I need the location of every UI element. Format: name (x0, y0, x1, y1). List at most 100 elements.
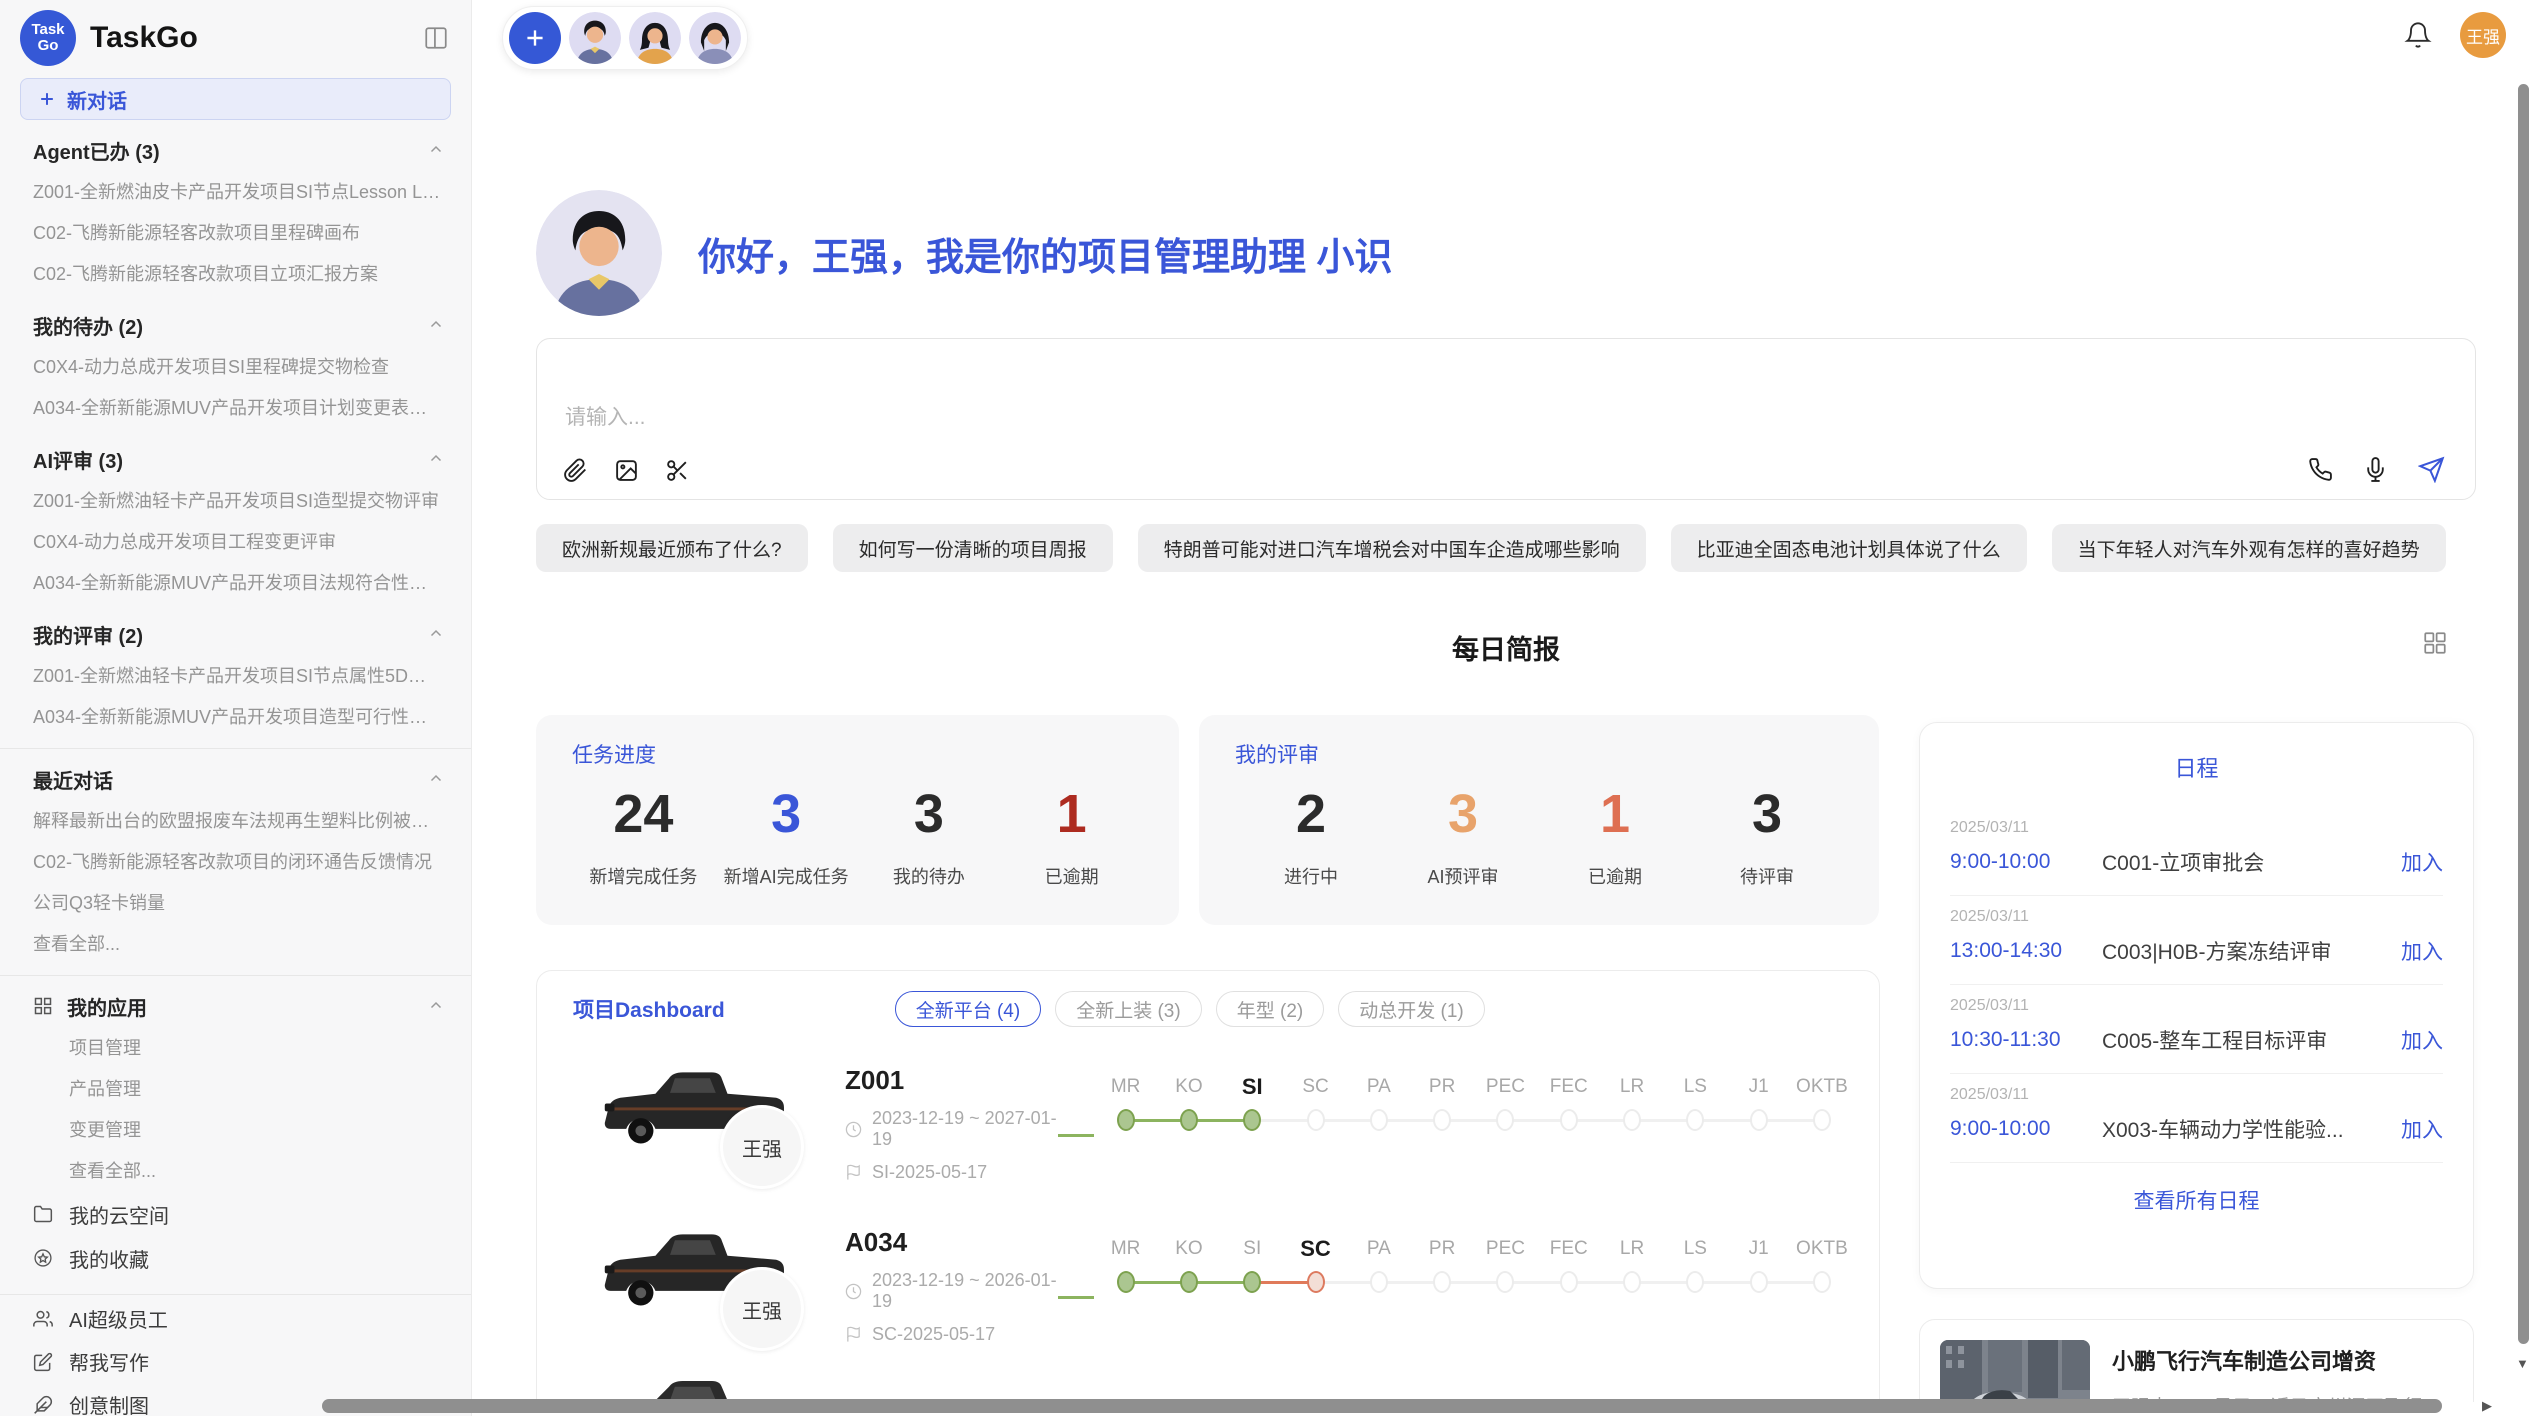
suggestion-chip[interactable]: 当下年轻人对汽车外观有怎样的喜好趋势 (2052, 524, 2446, 572)
list-item[interactable]: A034-全新新能源MUV产品开发项目法规符合性评审 (0, 563, 471, 604)
list-item[interactable]: A034-全新新能源MUV产品开发项目计划变更表编写 (0, 388, 471, 429)
my-review-card: 我的评审 2进行中 3AI预评审 1已逾期 3待评审 (1199, 715, 1879, 925)
schedule-time: 10:30-11:30 (1950, 1028, 2102, 1052)
schedule-event: C003|H0B-方案冻结评审 (2102, 936, 2389, 966)
chevron-up-icon[interactable] (427, 997, 445, 1015)
list-item[interactable]: 解释最新出台的欧盟报废车法规再生塑料比例被调至15%... (0, 801, 471, 842)
chevron-up-icon[interactable] (427, 141, 445, 159)
section-title: 最近对话 (33, 765, 113, 794)
section-my-todo[interactable]: 我的待办 (2) (0, 303, 471, 347)
milestone-fec: FEC (1537, 1073, 1600, 1145)
new-chat-button[interactable]: 新对话 (20, 78, 451, 120)
view-all-chats[interactable]: 查看全部... (0, 924, 471, 965)
horizontal-scrollbar[interactable] (322, 1399, 2442, 1413)
project-row-partial (561, 1375, 1855, 1402)
chevron-up-icon[interactable] (427, 625, 445, 643)
section-my-review[interactable]: 我的评审 (2) (0, 612, 471, 656)
filter-pill[interactable]: 全新上装 (3) (1055, 991, 1202, 1027)
scroll-down-arrow[interactable]: ▼ (2516, 1356, 2529, 1371)
section-agent-done[interactable]: Agent已办 (3) (0, 128, 471, 172)
paperclip-icon[interactable] (563, 458, 588, 483)
logo-text-1: Task (31, 22, 64, 38)
join-link[interactable]: 加入 (2401, 847, 2443, 877)
milestone-pa: PA (1347, 1235, 1410, 1307)
sidebar-item-cloud-space[interactable]: 我的云空间 (0, 1192, 471, 1236)
milestone-pec: PEC (1474, 1073, 1537, 1145)
milestone-ls: LS (1664, 1073, 1727, 1145)
sidebar-item-change-mgmt[interactable]: 变更管理 (0, 1110, 471, 1151)
milestone-oktb: OKTB (1790, 1073, 1853, 1145)
list-item[interactable]: Z001-全新燃油轻卡产品开发项目SI造型提交物评审 (0, 481, 471, 522)
schedule-date: 2025/03/11 (1950, 1086, 2443, 1104)
list-item[interactable]: Z001-全新燃油皮卡产品开发项目SI节点Lesson Learn报告 (0, 172, 471, 213)
suggestion-chip[interactable]: 特朗普可能对进口汽车增税会对中国车企造成哪些影响 (1138, 524, 1646, 572)
image-icon[interactable] (614, 458, 639, 483)
milestone-fec: FEC (1537, 1235, 1600, 1307)
project-row[interactable]: 王强 A034 2023-12-19 ~ 2026-01-19 SC-2025-… (561, 1211, 1855, 1361)
join-link[interactable]: 加入 (2401, 1025, 2443, 1055)
sidebar-item-product-mgmt[interactable]: 产品管理 (0, 1069, 471, 1110)
chevron-up-icon[interactable] (427, 316, 445, 334)
milestone-pr: PR (1410, 1235, 1473, 1307)
list-item[interactable]: C0X4-动力总成开发项目工程变更评审 (0, 522, 471, 563)
news-card[interactable]: 小鹏飞行汽车制造公司增资 天眼查 App 显示，近日广州汇天飞行汽... (1919, 1319, 2474, 1402)
list-item[interactable]: A034-全新新能源MUV产品开发项目造型可行性评审 (0, 697, 471, 738)
feather-pen-icon (33, 1395, 53, 1415)
section-title: 我的应用 (67, 992, 147, 1021)
sidebar-item-favorites[interactable]: 我的收藏 (0, 1236, 471, 1280)
sidebar-item-label: 创意制图 (69, 1390, 149, 1416)
plus-icon (37, 89, 57, 109)
daily-briefing-title: 每日简报 (536, 628, 2476, 667)
sidebar-item-project-mgmt[interactable]: 项目管理 (0, 1028, 471, 1069)
section-ai-review[interactable]: AI评审 (3) (0, 437, 471, 481)
task-progress-card: 任务进度 24新增完成任务 3新增AI完成任务 3我的待办 1已逾期 (536, 715, 1179, 925)
layout-grid-icon[interactable] (2422, 630, 2448, 656)
send-icon[interactable] (2418, 456, 2445, 483)
suggestion-chip[interactable]: 欧洲新规最近颁布了什么? (536, 524, 808, 572)
stat-overdue: 1已逾期 (1000, 783, 1143, 889)
list-item[interactable]: C02-飞腾新能源轻客改款项目里程碑画布 (0, 213, 471, 254)
list-item[interactable]: Z001-全新燃油轻卡产品开发项目SI节点属性5D文件评审 (0, 656, 471, 697)
milestone-pec: PEC (1474, 1235, 1537, 1307)
project-owner-badge: 王强 (720, 1267, 804, 1351)
chevron-up-icon[interactable] (427, 450, 445, 468)
scroll-right-arrow[interactable]: ▶ (2482, 1398, 2492, 1414)
filter-pill[interactable]: 年型 (2) (1216, 991, 1325, 1027)
filter-pill[interactable]: 动总开发 (1) (1338, 991, 1485, 1027)
sidebar-item-write-helper[interactable]: 帮我写作 (0, 1340, 471, 1383)
milestone-ko: KO (1157, 1235, 1220, 1307)
section-recent-chats[interactable]: 最近对话 (0, 757, 471, 801)
sidebar-item-label: 我的收藏 (69, 1244, 149, 1273)
news-image (1940, 1340, 2090, 1402)
right-column: 日程 2025/03/11 9:00-10:00 C001-立项审批会 加入 2… (1919, 722, 2474, 1402)
join-link[interactable]: 加入 (2401, 1114, 2443, 1144)
chevron-up-icon[interactable] (427, 770, 445, 788)
filter-pill[interactable]: 全新平台 (4) (895, 991, 1042, 1027)
list-item[interactable]: C0X4-动力总成开发项目SI里程碑提交物检查 (0, 347, 471, 388)
project-row[interactable]: 王强 Z001 2023-12-19 ~ 2027-01-19 SI-2025-… (561, 1049, 1855, 1199)
suggestion-chip[interactable]: 比亚迪全固态电池计划具体说了什么 (1671, 524, 2027, 572)
microphone-icon[interactable] (2363, 457, 2388, 482)
assistant-avatar (536, 190, 662, 316)
sidebar-item-ai-employee[interactable]: AI超级员工 (0, 1297, 471, 1340)
project-dates: 2023-12-19 ~ 2026-01-19 (845, 1270, 1075, 1312)
list-item[interactable]: 公司Q3轻卡销量 (0, 883, 471, 924)
chat-input-card[interactable]: 请输入... (536, 338, 2476, 500)
list-item[interactable]: C02-飞腾新能源轻客改款项目的闭环通告反馈情况 (0, 842, 471, 883)
section-my-apps[interactable]: 我的应用 (0, 984, 471, 1028)
view-all-apps[interactable]: 查看全部... (0, 1151, 471, 1192)
suggestion-chip[interactable]: 如何写一份清晰的项目周报 (833, 524, 1113, 572)
input-actions (2308, 456, 2445, 483)
list-item[interactable]: C02-飞腾新能源轻客改款项目立项汇报方案 (0, 254, 471, 295)
chat-input[interactable]: 请输入... (565, 401, 646, 431)
view-all-schedule-link[interactable]: 查看所有日程 (1950, 1185, 2443, 1215)
stat-new-ai-done: 3新增AI完成任务 (715, 783, 858, 889)
app-title: TaskGo (90, 21, 198, 55)
join-link[interactable]: 加入 (2401, 936, 2443, 966)
scissors-icon[interactable] (665, 458, 690, 483)
vertical-scrollbar[interactable] (2518, 84, 2529, 1344)
greeting-text: 你好，王强，我是你的项目管理助理 小识 (698, 226, 1393, 281)
phone-icon[interactable] (2308, 457, 2333, 482)
collapse-sidebar-icon[interactable] (423, 25, 449, 51)
users-icon (33, 1309, 53, 1329)
